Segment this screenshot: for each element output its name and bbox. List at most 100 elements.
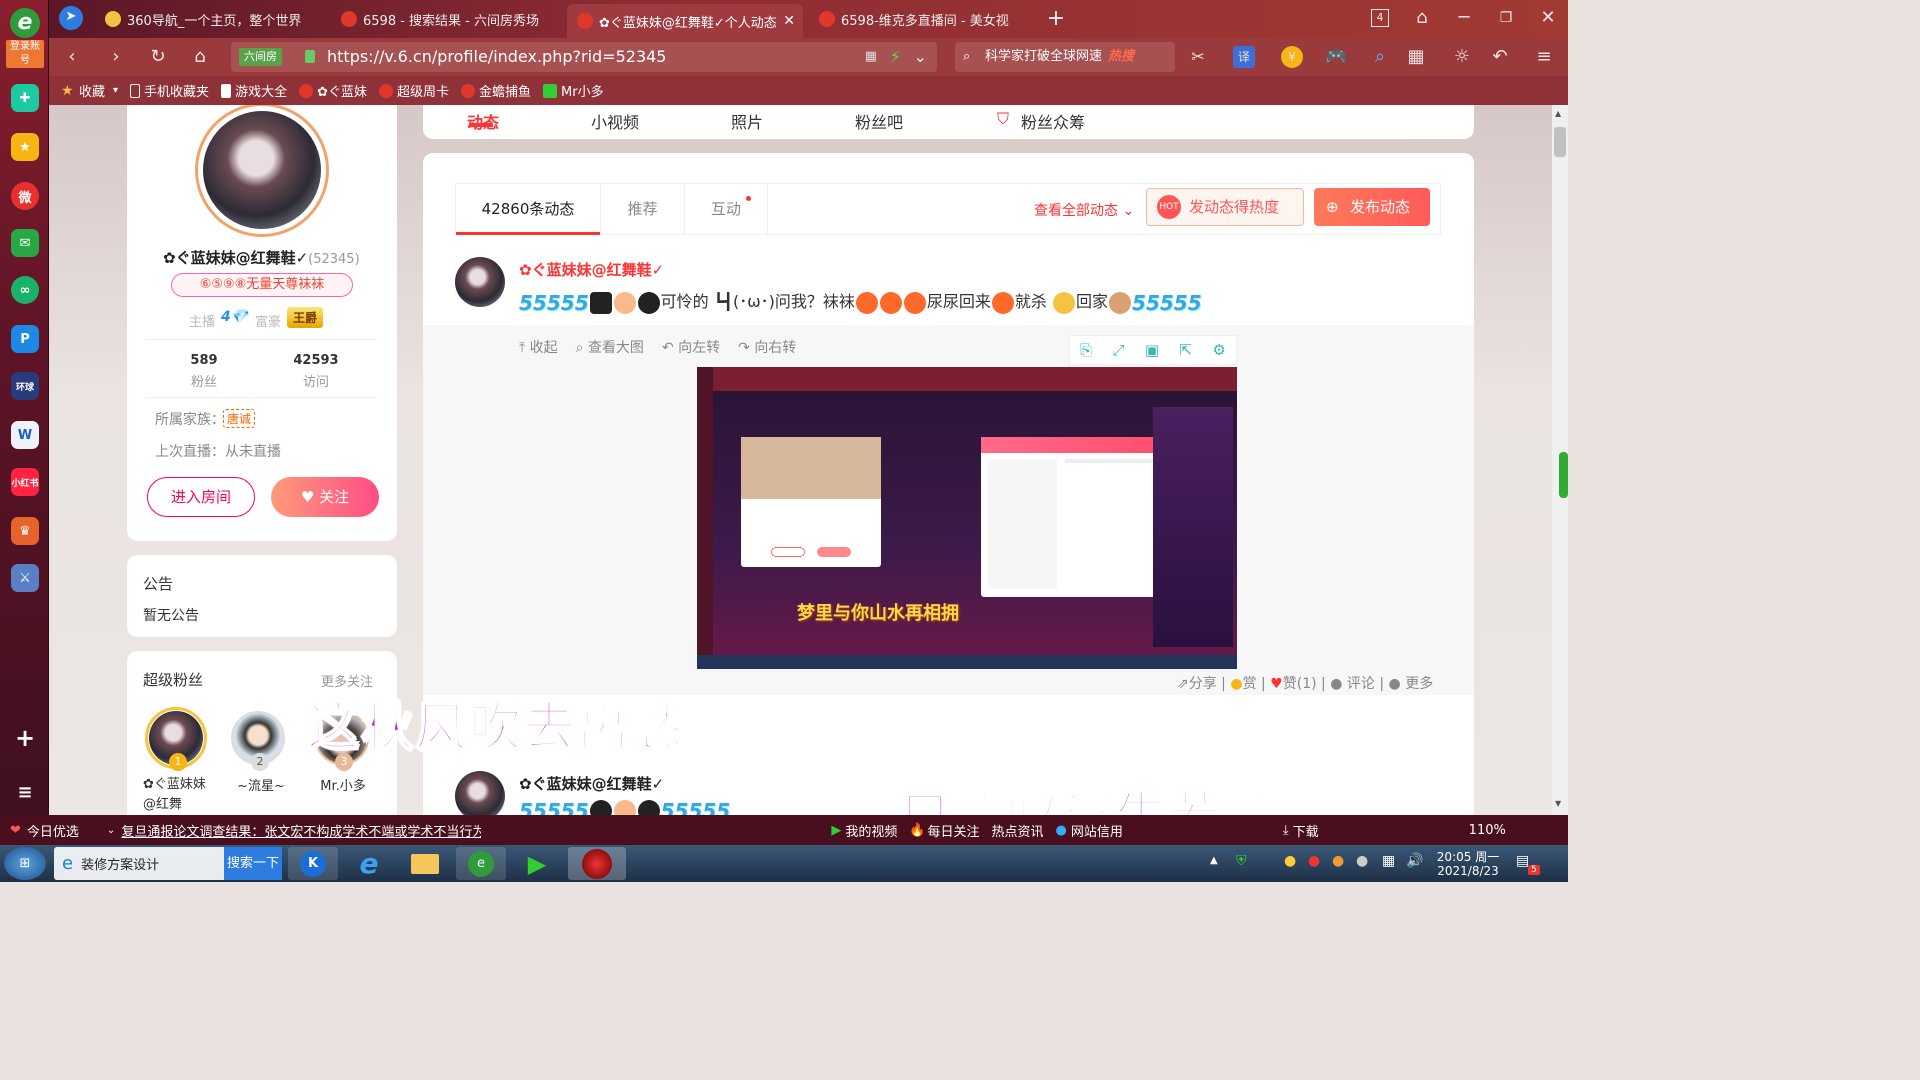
follow-button[interactable]: ♥ 关注	[271, 477, 379, 517]
task-item-decor[interactable]: e 装修方案设计 搜索一下	[54, 847, 282, 880]
live-app-icon[interactable]	[568, 847, 626, 880]
avatar[interactable]	[203, 111, 321, 229]
post-author-name[interactable]: ✿ぐ蓝妹妹@红舞鞋✓	[519, 773, 664, 794]
search-box[interactable]: ⌕ 科学家打破全球网速 热搜	[955, 42, 1175, 72]
like-button[interactable]: ♥赞(1)	[1270, 676, 1316, 692]
360-browser-icon[interactable]: e	[456, 847, 506, 880]
comment-button[interactable]: ● 评论	[1330, 676, 1375, 692]
gamepad-icon[interactable]: 🎮	[1325, 46, 1347, 68]
tab-crowdfund[interactable]: 粉丝众筹	[1021, 109, 1085, 133]
home-icon[interactable]: ⌂	[189, 46, 211, 68]
undo-icon[interactable]: ↶	[1489, 46, 1511, 68]
clock-date[interactable]: 2021/8/23	[1436, 864, 1500, 878]
back-icon[interactable]: ‹	[61, 46, 83, 68]
view-all-dropdown[interactable]: 查看全部动态 ⌄	[1034, 200, 1134, 220]
tab-dynamics[interactable]: 动态	[467, 109, 499, 133]
tray-app-icon[interactable]: ●	[1284, 853, 1296, 869]
tray-app-icon[interactable]: ●	[1356, 853, 1368, 869]
collapse-button[interactable]: ⤒ 收起	[519, 337, 558, 357]
refresh-icon[interactable]: ↻	[147, 46, 169, 68]
tab-photos[interactable]: 照片	[731, 109, 763, 133]
post-author-name[interactable]: ✿ぐ蓝妹妹@红舞鞋✓	[519, 259, 664, 280]
download-link[interactable]: 下载	[1293, 821, 1319, 840]
bookmark-weekly[interactable]: 超级周卡	[378, 81, 449, 100]
hot-post-button[interactable]: HOT 发动态得热度	[1146, 188, 1304, 226]
feed-tab-recommend[interactable]: 推荐	[600, 184, 684, 236]
settings-icon[interactable]: ⚙	[1212, 341, 1225, 359]
close-tab-icon[interactable]: ✕	[783, 13, 795, 29]
feed-tab-all[interactable]: 42860条动态	[456, 184, 600, 236]
scroll-down-icon[interactable]: ▼	[1555, 799, 1561, 808]
send-icon[interactable]: ➤	[59, 6, 83, 30]
tray-expand-icon[interactable]: ▲	[1210, 855, 1218, 866]
bolt-icon[interactable]: ⚡	[890, 42, 901, 72]
news-ticker[interactable]: 复旦通报论文调查结果：张文宏不构成学术不端或学术不当行为！	[121, 821, 481, 840]
family-badge[interactable]: 唐诚	[223, 409, 256, 428]
close-window-icon[interactable]: ✕	[1537, 7, 1559, 29]
bookmark-fishing[interactable]: 金蟾捕鱼	[461, 81, 531, 100]
maximize-icon[interactable]: ❐	[1495, 7, 1517, 29]
my-video-link[interactable]: 我的视频	[845, 821, 897, 840]
sun-icon[interactable]: ☼	[1451, 46, 1473, 68]
copy-icon[interactable]: ⎘	[1080, 341, 1092, 359]
credit-link[interactable]: 网站信用	[1071, 821, 1123, 840]
bookmark-mobile[interactable]: 手机收藏夹	[130, 81, 209, 100]
tab-live[interactable]: 6598-维克多直播间 - 美女视	[809, 4, 1039, 34]
expand-icon[interactable]: ⤢	[1113, 341, 1125, 359]
coin-icon[interactable]: ¥	[1281, 46, 1303, 68]
address-bar[interactable]: 六间房 https://v.6.cn/profile/index.php?rid…	[231, 42, 937, 72]
feed-tab-interact[interactable]: 互动	[684, 184, 768, 236]
add-icon[interactable]: +	[11, 724, 39, 752]
bookmark-favorites[interactable]: ★ 收藏 ▾	[61, 81, 118, 101]
post-author-avatar[interactable]	[455, 257, 505, 307]
rotate-left-button[interactable]: ↶ 向左转	[662, 337, 720, 357]
game2-icon[interactable]: ⚔	[11, 564, 39, 592]
share-button[interactable]: ⇗分享	[1177, 676, 1217, 692]
network-icon[interactable]: ▦	[1382, 853, 1395, 869]
favorites-star-icon[interactable]: ★	[11, 133, 39, 161]
folder-icon[interactable]	[400, 847, 450, 880]
player-icon[interactable]: ▶	[512, 847, 562, 880]
bookmark-games[interactable]: 游戏大全	[221, 81, 287, 100]
find-icon[interactable]: ⌕	[1369, 46, 1391, 68]
tab-fanbar[interactable]: 粉丝吧	[855, 109, 903, 133]
scissors-icon[interactable]: ✂	[1187, 46, 1209, 68]
today-picks[interactable]: 今日优选	[27, 821, 79, 840]
translate-icon[interactable]: 译	[1233, 46, 1255, 68]
more-button[interactable]: ● 更多	[1389, 676, 1434, 692]
clock-time[interactable]: 20:05 周一	[1436, 848, 1500, 865]
ai-icon[interactable]: ∞	[11, 276, 39, 304]
pdf-icon[interactable]: P	[11, 325, 39, 353]
apps-grid-icon[interactable]: ▦	[1405, 46, 1427, 68]
game-icon[interactable]: ♛	[11, 517, 39, 545]
doc-icon[interactable]: W	[11, 421, 39, 449]
volume-icon[interactable]: 🔊	[1406, 853, 1423, 869]
hot-news-link[interactable]: 热点资讯	[992, 821, 1044, 840]
start-button[interactable]: ⊞	[4, 847, 46, 880]
bookmark-profile[interactable]: ✿ぐ蓝妹	[299, 81, 367, 100]
xiaohongshu-icon[interactable]: 小红书	[11, 468, 39, 496]
save-icon[interactable]: ▣	[1145, 341, 1159, 359]
tab-360[interactable]: 360导航_一个主页，整个世界	[95, 4, 325, 34]
login-label[interactable]: 登录账号	[6, 40, 44, 68]
scrollbar-thumb[interactable]	[1554, 127, 1566, 157]
rotate-right-button[interactable]: ↷ 向右转	[738, 337, 796, 357]
fan-name[interactable]: ✿ぐ蓝妹妹@红舞	[143, 775, 213, 815]
fan-name[interactable]: ~流星~	[231, 775, 291, 794]
post-author-avatar[interactable]	[455, 771, 505, 815]
publish-button[interactable]: ⊕ 发布动态	[1314, 188, 1430, 226]
share-icon[interactable]: ⇱	[1179, 341, 1192, 359]
tray-shield-icon[interactable]: ⛨	[1236, 853, 1247, 869]
zoom-level[interactable]: 110%	[1469, 823, 1506, 838]
shirt-icon[interactable]: ⌂	[1411, 7, 1433, 29]
new-tab-icon[interactable]: +	[1045, 8, 1067, 30]
tray-app-icon[interactable]: ●	[1308, 853, 1320, 869]
fan-name[interactable]: Mr.小多	[311, 775, 375, 794]
bookmark-mrxiaoduo[interactable]: Mr小多	[543, 81, 604, 100]
tab-videos[interactable]: 小视频	[591, 109, 639, 133]
url-text[interactable]: https://v.6.cn/profile/index.php?rid=523…	[327, 47, 666, 66]
daily-link[interactable]: 每日关注	[928, 821, 980, 840]
reward-button[interactable]: ●赏	[1230, 676, 1256, 692]
side-slider[interactable]	[1559, 452, 1568, 498]
tray-app-icon[interactable]: ●	[1332, 853, 1344, 869]
